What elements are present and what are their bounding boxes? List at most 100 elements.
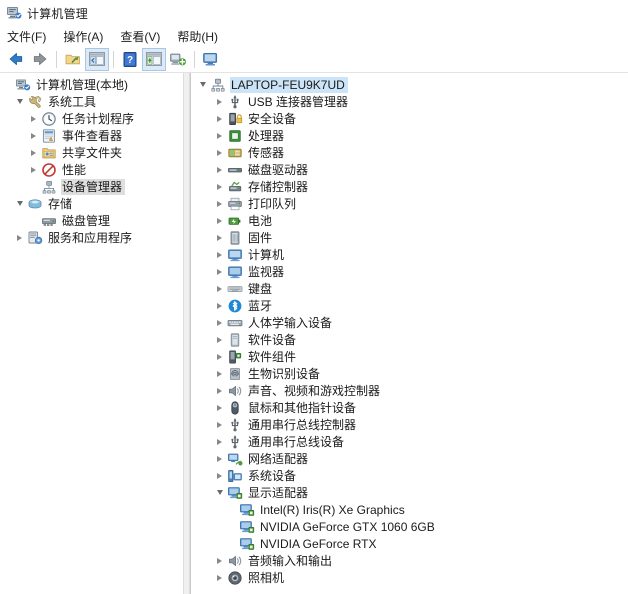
- device-item-computer[interactable]: 计算机: [191, 246, 628, 263]
- twisty-right-icon[interactable]: [212, 370, 227, 377]
- device-item-bluetooth[interactable]: 蓝牙: [191, 297, 628, 314]
- twisty-down-icon[interactable]: [12, 99, 27, 104]
- twisty-right-icon[interactable]: [12, 234, 27, 241]
- device-root-node[interactable]: LAPTOP-FEU9K7UD: [191, 76, 628, 93]
- twisty-right-icon[interactable]: [212, 285, 227, 292]
- twisty-right-icon[interactable]: [212, 98, 227, 105]
- device-item-system-devices[interactable]: 系统设备: [191, 467, 628, 484]
- tree-item-shared-folders[interactable]: 共享文件夹: [0, 144, 183, 161]
- device-item-label-wrap: 软件设备: [247, 332, 299, 348]
- console-tree-pane[interactable]: 计算机管理(本地) 系统工具 任务计划程序 事件查看器 共享文件夹 性能 设备管…: [0, 73, 183, 594]
- menu-file[interactable]: 文件(F): [7, 27, 55, 46]
- properties-button[interactable]: [142, 47, 166, 71]
- device-item-label-wrap: 通用串行总线设备: [247, 434, 347, 450]
- device-item-monitors[interactable]: 监视器: [191, 263, 628, 280]
- show-hide-tree-button[interactable]: [85, 47, 109, 71]
- device-item-label-wrap: 键盘: [247, 281, 275, 297]
- twisty-right-icon[interactable]: [212, 183, 227, 190]
- tree-item-label-wrap: 系统工具: [47, 94, 99, 110]
- twisty-right-icon[interactable]: [212, 149, 227, 156]
- device-item-storage-controllers[interactable]: 存储控制器: [191, 178, 628, 195]
- tree-root-computer-management[interactable]: 计算机管理(本地): [0, 76, 183, 93]
- forward-button[interactable]: [28, 48, 52, 71]
- device-item-print-queues[interactable]: 打印队列: [191, 195, 628, 212]
- twisty-right-icon[interactable]: [212, 353, 227, 360]
- twisty-right-icon[interactable]: [26, 115, 41, 122]
- device-item-audio-io[interactable]: 音频输入和输出: [191, 552, 628, 569]
- device-item-usb-devices[interactable]: 通用串行总线设备: [191, 433, 628, 450]
- device-item-sound-video-game[interactable]: 声音、视频和游戏控制器: [191, 382, 628, 399]
- twisty-down-icon[interactable]: [195, 82, 210, 87]
- device-item-keyboards[interactable]: 键盘: [191, 280, 628, 297]
- toolbar-separator: [56, 50, 57, 68]
- twisty-right-icon[interactable]: [212, 455, 227, 462]
- device-item-biometric[interactable]: 生物识别设备: [191, 365, 628, 382]
- up-folder-button[interactable]: [61, 48, 85, 71]
- twisty-right-icon[interactable]: [26, 149, 41, 156]
- twisty-right-icon[interactable]: [212, 319, 227, 326]
- twisty-down-icon[interactable]: [12, 201, 27, 206]
- help-button[interactable]: ?: [118, 48, 142, 71]
- tree-item-event-viewer[interactable]: 事件查看器: [0, 127, 183, 144]
- tree-item-performance[interactable]: 性能: [0, 161, 183, 178]
- device-item-batteries[interactable]: 电池: [191, 212, 628, 229]
- device-item-software-components[interactable]: 软件组件: [191, 348, 628, 365]
- tree-item-task-scheduler[interactable]: 任务计划程序: [0, 110, 183, 127]
- tree-item-system-tools[interactable]: 系统工具: [0, 93, 183, 110]
- twisty-right-icon[interactable]: [212, 217, 227, 224]
- twisty-down-icon[interactable]: [212, 490, 227, 495]
- twisty-right-icon[interactable]: [212, 336, 227, 343]
- twisty-right-icon[interactable]: [212, 251, 227, 258]
- device-item-usb-controllers[interactable]: 通用串行总线控制器: [191, 416, 628, 433]
- device-tree-pane[interactable]: LAPTOP-FEU9K7UD USB 连接器管理器 安全设备 处理器 传感器 …: [190, 73, 628, 594]
- twisty-right-icon[interactable]: [212, 387, 227, 394]
- twisty-right-icon[interactable]: [212, 438, 227, 445]
- twisty-right-icon[interactable]: [212, 421, 227, 428]
- device-item-label: 磁盘驱动器: [248, 162, 309, 177]
- device-item-processors[interactable]: 处理器: [191, 127, 628, 144]
- twisty-right-icon[interactable]: [26, 132, 41, 139]
- twisty-right-icon[interactable]: [212, 404, 227, 411]
- storage-controller-icon: [227, 179, 243, 195]
- tree-item-device-manager[interactable]: 设备管理器: [0, 178, 183, 195]
- update-driver-button[interactable]: [199, 48, 223, 71]
- twisty-right-icon[interactable]: [212, 234, 227, 241]
- device-child-intel-iris-xe[interactable]: Intel(R) Iris(R) Xe Graphics: [191, 501, 628, 518]
- scan-hardware-button[interactable]: [166, 48, 190, 71]
- device-item-firmware[interactable]: 固件: [191, 229, 628, 246]
- device-item-security-devices[interactable]: 安全设备: [191, 110, 628, 127]
- display-adapter-icon: [227, 485, 243, 501]
- twisty-right-icon[interactable]: [26, 166, 41, 173]
- twisty-right-icon[interactable]: [212, 268, 227, 275]
- twisty-right-icon[interactable]: [212, 132, 227, 139]
- device-item-mice[interactable]: 鼠标和其他指针设备: [191, 399, 628, 416]
- twisty-right-icon[interactable]: [212, 166, 227, 173]
- twisty-right-icon[interactable]: [212, 574, 227, 581]
- device-item-software-devices[interactable]: 软件设备: [191, 331, 628, 348]
- tree-item-disk-management[interactable]: 磁盘管理: [0, 212, 183, 229]
- camera-icon: [227, 570, 243, 586]
- twisty-right-icon[interactable]: [212, 115, 227, 122]
- device-item-display-adapters[interactable]: 显示适配器: [191, 484, 628, 501]
- menu-action[interactable]: 操作(A): [63, 27, 112, 46]
- device-item-label: 固件: [248, 230, 273, 245]
- device-child-nvidia-rtx[interactable]: NVIDIA GeForce RTX: [191, 535, 628, 552]
- device-item-usb-connector-manager[interactable]: USB 连接器管理器: [191, 93, 628, 110]
- device-item-sensors[interactable]: 传感器: [191, 144, 628, 161]
- device-item-hid[interactable]: 人体学输入设备: [191, 314, 628, 331]
- device-item-label-wrap: 生物识别设备: [247, 366, 323, 382]
- twisty-right-icon[interactable]: [212, 200, 227, 207]
- twisty-right-icon[interactable]: [212, 472, 227, 479]
- twisty-right-icon[interactable]: [212, 302, 227, 309]
- menu-help[interactable]: 帮助(H): [177, 27, 227, 46]
- twisty-right-icon[interactable]: [212, 557, 227, 564]
- device-child-nvidia-gtx-1060[interactable]: NVIDIA GeForce GTX 1060 6GB: [191, 518, 628, 535]
- pane-splitter[interactable]: [183, 73, 190, 594]
- device-item-disk-drives[interactable]: 磁盘驱动器: [191, 161, 628, 178]
- back-button[interactable]: [4, 48, 28, 71]
- device-item-network-adapters[interactable]: 网络适配器: [191, 450, 628, 467]
- device-item-cameras[interactable]: 照相机: [191, 569, 628, 586]
- tree-item-storage[interactable]: 存储: [0, 195, 183, 212]
- menu-view[interactable]: 查看(V): [120, 27, 169, 46]
- tree-item-services-applications[interactable]: 服务和应用程序: [0, 229, 183, 246]
